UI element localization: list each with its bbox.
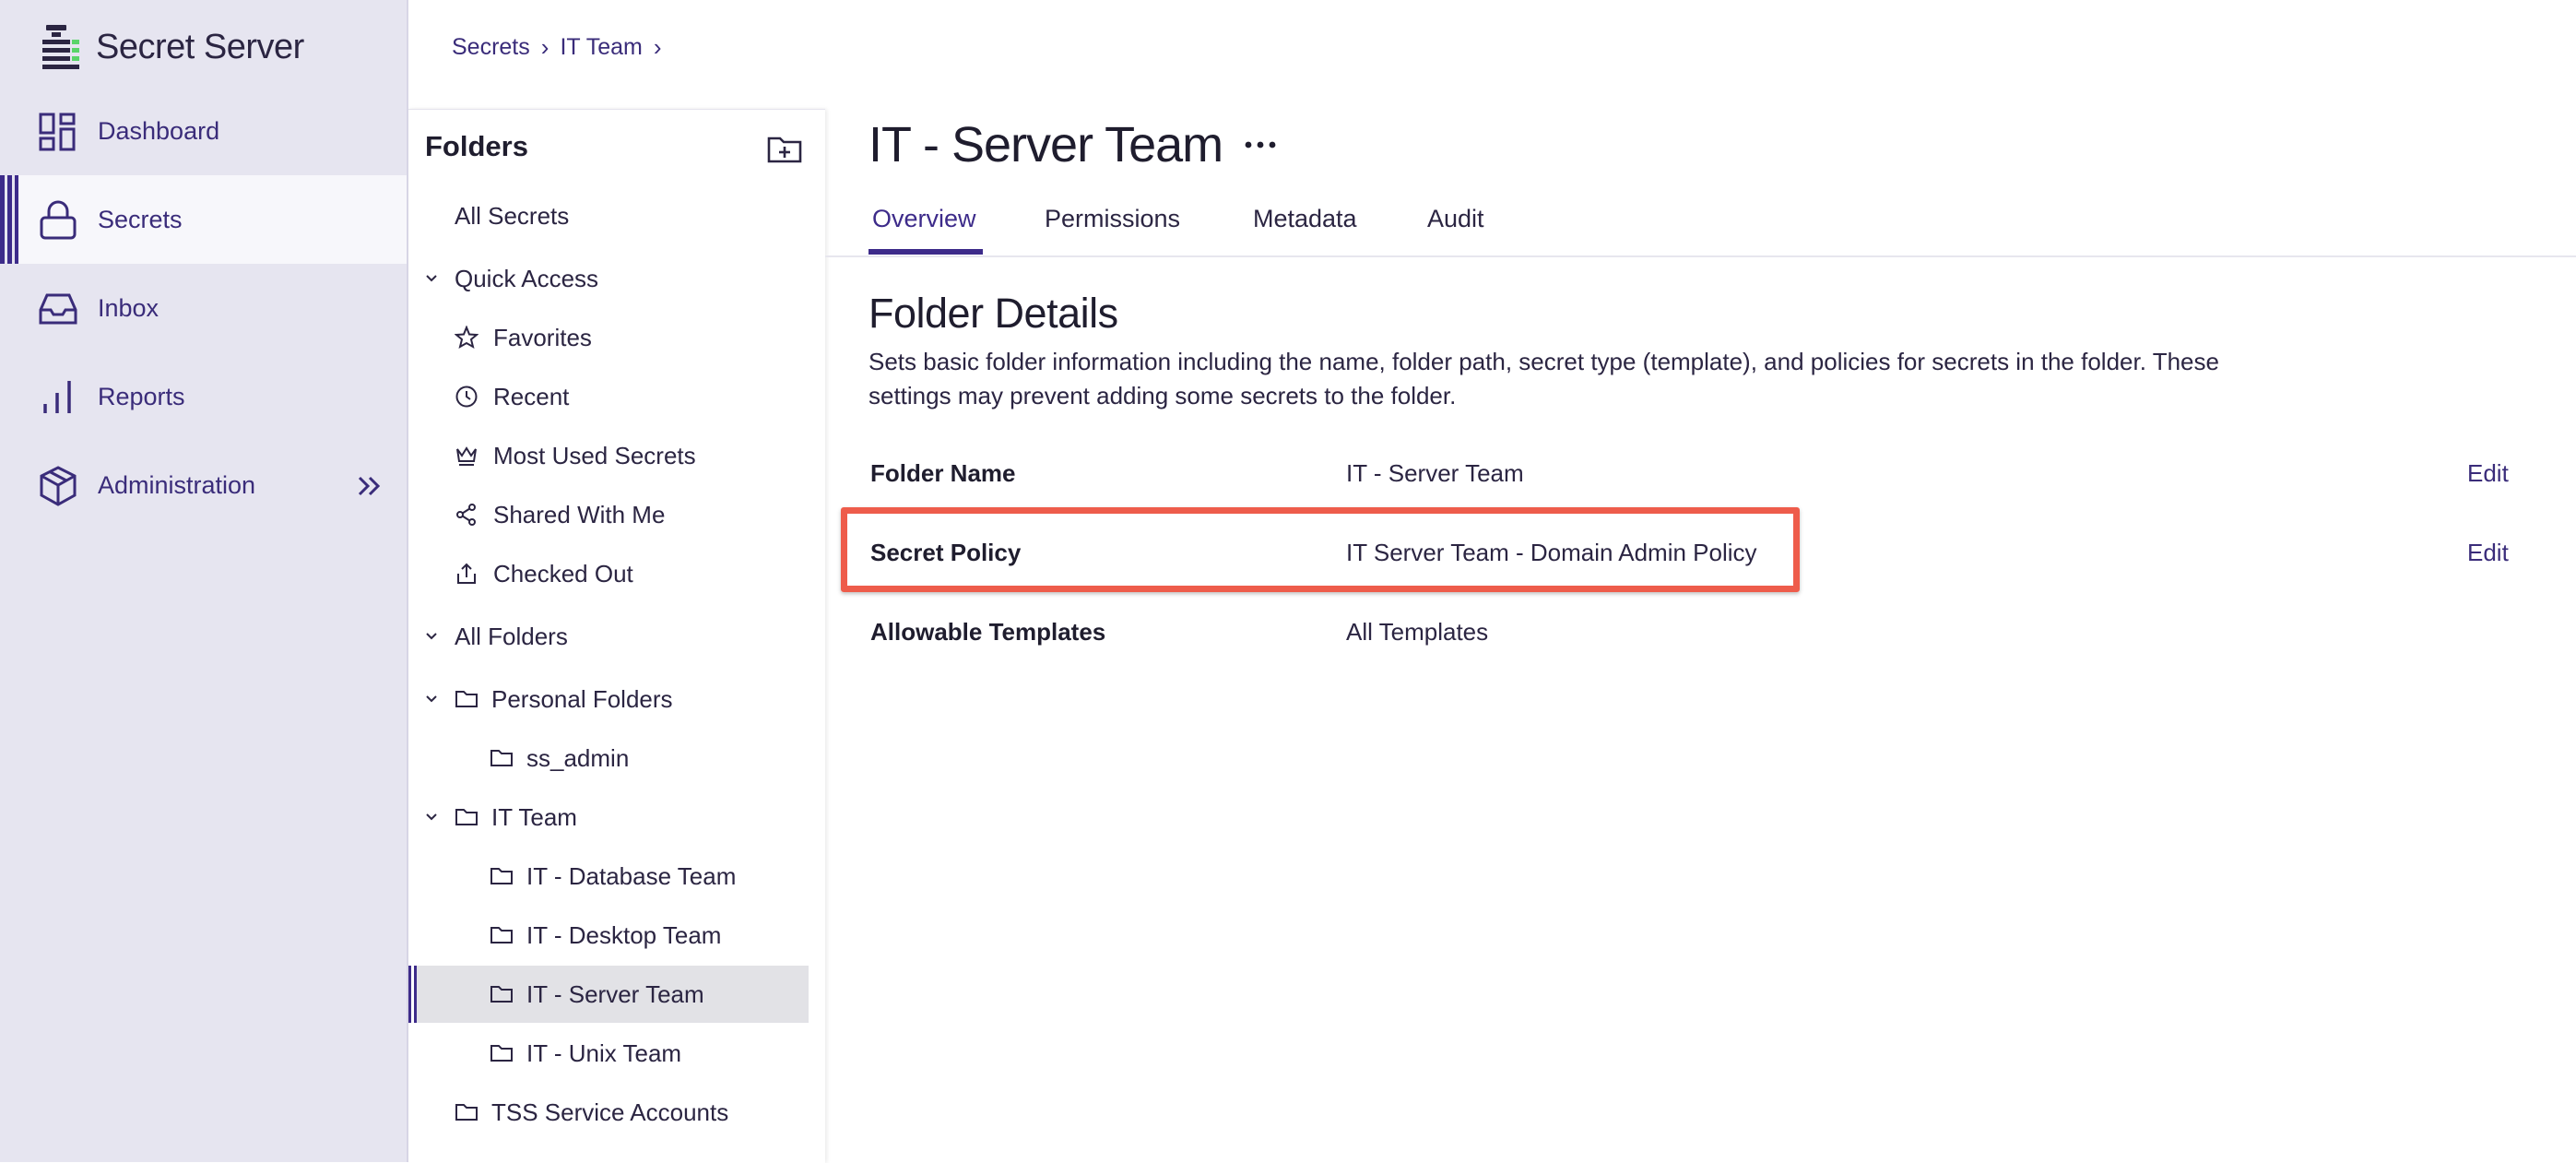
- bar-chart-icon: [43, 381, 71, 413]
- tab-audit[interactable]: Audit: [1427, 205, 1484, 233]
- chevron-right-icon: ›: [540, 33, 549, 61]
- app-title: Secret Server: [96, 27, 304, 66]
- tree-item-label: Quick Access: [455, 264, 599, 292]
- folder-icon: [490, 750, 513, 766]
- section-title: Folder Details: [869, 290, 1118, 337]
- double-chevron-right-icon[interactable]: [354, 470, 385, 502]
- tree-item-label: IT - Unix Team: [526, 1038, 682, 1067]
- tree-item-label: All Secrets: [455, 201, 570, 230]
- detail-value: All Templates: [1346, 618, 1489, 646]
- nav-item-label: Inbox: [98, 293, 160, 322]
- folder-icon: [455, 691, 478, 707]
- lock-icon: [40, 200, 77, 240]
- tree-item-label: Personal Folders: [491, 684, 673, 713]
- tree-item-recent[interactable]: Recent: [408, 368, 809, 425]
- edit-secret-policy-link[interactable]: Edit: [2467, 539, 2509, 567]
- tree-item-label: Most Used Secrets: [493, 441, 696, 469]
- tree-item-it-unix-team[interactable]: IT - Unix Team: [408, 1025, 809, 1082]
- tree-item-ss-admin[interactable]: ss_admin: [408, 730, 809, 787]
- tab-metadata[interactable]: Metadata: [1253, 205, 1357, 233]
- tree-item-label: Favorites: [493, 323, 592, 351]
- star-icon: [455, 326, 479, 350]
- detail-value: IT - Server Team: [1346, 459, 1524, 487]
- folder-icon: [490, 1045, 513, 1062]
- nav-item-label: Secrets: [98, 205, 183, 233]
- breadcrumb-secrets[interactable]: Secrets: [452, 34, 530, 61]
- share-icon: [456, 504, 476, 526]
- highlight-box: [841, 507, 1800, 592]
- tab-permissions[interactable]: Permissions: [1045, 205, 1180, 233]
- folders-heading: Folders: [425, 130, 528, 162]
- breadcrumb-it-team[interactable]: IT Team: [560, 34, 642, 61]
- tree-item-most-used-secrets[interactable]: Most Used Secrets: [408, 427, 809, 484]
- nav-item-label: Dashboard: [98, 116, 220, 145]
- page-title: IT - Server Team: [869, 116, 1278, 173]
- active-tab-indicator: [869, 249, 983, 255]
- folder-icon: [490, 986, 513, 1003]
- app-logo[interactable]: Secret Server: [39, 22, 304, 72]
- tree-item-it-database-team[interactable]: IT - Database Team: [408, 848, 809, 905]
- chevron-down-icon[interactable]: [423, 691, 440, 707]
- folder-title-text: IT - Server Team: [869, 117, 1223, 172]
- tree-item-label: ss_admin: [526, 743, 630, 772]
- tree-item-label: IT - Desktop Team: [526, 920, 722, 949]
- nav-item-label: Reports: [98, 382, 185, 410]
- tabs-divider: [825, 255, 2576, 257]
- tree-item-label: IT - Server Team: [526, 979, 704, 1008]
- main-navigation: Secret Server Dashboard Secrets Inbox Re…: [0, 0, 408, 1162]
- folder-icon: [455, 1104, 478, 1121]
- tree-item-shared-with-me[interactable]: Shared With Me: [408, 486, 809, 543]
- detail-label: Folder Name: [870, 459, 1016, 487]
- nav-item-inbox[interactable]: Inbox: [0, 264, 407, 352]
- detail-row-allowable-templates: Allowable Templates All Templates: [870, 605, 2530, 660]
- secret-server-logo-icon: [42, 25, 79, 69]
- folder-icon: [455, 809, 478, 825]
- detail-label: Allowable Templates: [870, 618, 1106, 646]
- edit-folder-name-link[interactable]: Edit: [2467, 459, 2509, 488]
- tree-item-label: Recent: [493, 382, 570, 410]
- tab-overview[interactable]: Overview: [872, 205, 976, 233]
- nav-item-administration[interactable]: Administration: [0, 441, 407, 529]
- tree-item-label: TSS Service Accounts: [491, 1098, 729, 1126]
- tree-item-label: Checked Out: [493, 559, 633, 587]
- chevron-right-icon: ›: [653, 33, 662, 61]
- tree-item-quick-access[interactable]: Quick Access: [408, 250, 809, 307]
- nav-item-reports[interactable]: Reports: [0, 352, 407, 441]
- detail-row-folder-name: Folder Name IT - Server Team Edit: [870, 446, 2530, 502]
- tree-item-it-team[interactable]: IT Team: [408, 789, 809, 846]
- chevron-down-icon[interactable]: [423, 628, 440, 645]
- more-options-icon[interactable]: [1243, 138, 1278, 151]
- tree-item-it-server-team[interactable]: IT - Server Team: [408, 966, 809, 1023]
- folder-icon: [490, 927, 513, 943]
- chevron-down-icon[interactable]: [423, 270, 440, 287]
- tree-item-all-secrets[interactable]: All Secrets: [408, 187, 809, 244]
- clock-icon: [455, 386, 478, 408]
- tree-item-label: All Folders: [455, 622, 568, 650]
- tree-item-label: IT - Database Team: [526, 861, 737, 890]
- crown-icon: [456, 446, 477, 466]
- tree-item-label: IT Team: [491, 802, 577, 831]
- inbox-icon: [39, 293, 77, 325]
- breadcrumb: Secrets › IT Team ›: [452, 33, 673, 62]
- cube-icon: [40, 466, 77, 506]
- nav-item-label: Administration: [98, 470, 256, 499]
- tree-item-all-folders[interactable]: All Folders: [408, 608, 809, 665]
- tree-item-favorites[interactable]: Favorites: [408, 309, 809, 366]
- tree-item-checked-out[interactable]: Checked Out: [408, 545, 809, 602]
- tree-item-label: Shared With Me: [493, 500, 666, 528]
- chevron-down-icon[interactable]: [423, 809, 440, 825]
- upload-icon: [457, 563, 476, 584]
- section-description: Sets basic folder information including …: [869, 348, 2219, 409]
- folder-icon: [490, 868, 513, 884]
- tree-item-it-desktop-team[interactable]: IT - Desktop Team: [408, 907, 809, 964]
- nav-item-secrets[interactable]: Secrets: [0, 175, 407, 264]
- tree-item-personal-folders[interactable]: Personal Folders: [408, 671, 809, 728]
- folder-tree-panel: Folders All Secrets Quick Access Favorit…: [408, 109, 825, 1163]
- dashboard-icon: [39, 113, 76, 151]
- nav-item-dashboard[interactable]: Dashboard: [0, 87, 407, 175]
- tree-item-tss-service-accounts[interactable]: TSS Service Accounts: [408, 1084, 809, 1141]
- add-folder-icon[interactable]: [766, 130, 803, 167]
